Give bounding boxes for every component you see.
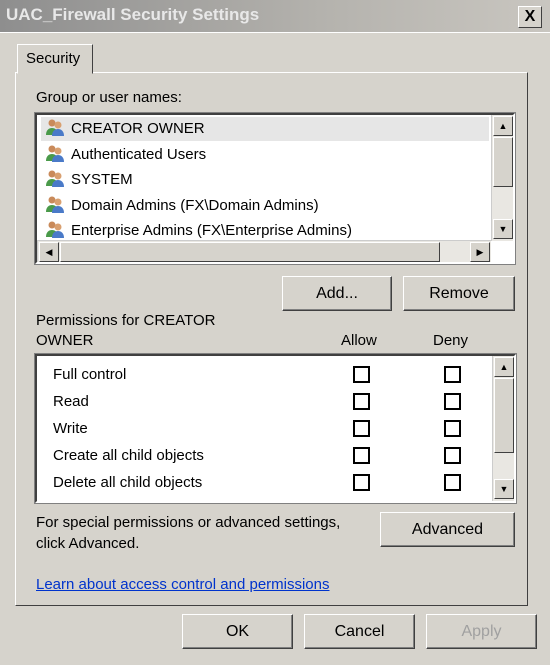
scroll-left-icon[interactable]: ◀ [39, 242, 59, 262]
group-list[interactable]: ▲ ▼ ◀ ▶ CREATOR OWNER Authenticated Users… [34, 112, 516, 265]
deny-checkbox[interactable] [444, 420, 461, 437]
allow-checkbox[interactable] [353, 447, 370, 464]
allow-checkbox[interactable] [353, 474, 370, 491]
group-list-item[interactable]: Domain Admins (FX\Domain Admins) [45, 194, 319, 218]
group-list-item[interactable]: Authenticated Users [45, 143, 206, 167]
close-button[interactable]: X [518, 6, 542, 28]
users-icon [45, 144, 65, 162]
special-text-line1: For special permissions or advanced sett… [36, 514, 341, 531]
vertical-scrollbar[interactable]: ▲ ▼ [491, 115, 513, 241]
scroll-thumb[interactable] [493, 137, 513, 187]
allow-checkbox[interactable] [353, 420, 370, 437]
group-name: Domain Admins (FX\Domain Admins) [71, 196, 319, 214]
permissions-label-line1: Permissions for CREATOR [36, 312, 216, 329]
group-name: SYSTEM [71, 171, 133, 188]
scroll-right-icon[interactable]: ▶ [470, 242, 490, 262]
users-icon [45, 220, 65, 238]
access-control-help-link[interactable]: Learn about access control and permissio… [36, 576, 330, 593]
allow-checkbox[interactable] [353, 366, 370, 383]
advanced-button[interactable]: Advanced [380, 512, 515, 547]
group-name: Authenticated Users [71, 145, 207, 163]
group-name: Enterprise Admins (FX\Enterprise Admins) [71, 222, 352, 239]
scroll-up-icon[interactable]: ▲ [494, 357, 514, 377]
deny-checkbox[interactable] [444, 366, 461, 383]
permissions-label-line2: OWNER [36, 332, 94, 349]
deny-header: Deny [433, 332, 469, 349]
users-icon [45, 195, 65, 213]
tab-security[interactable]: Security [17, 44, 93, 74]
hscroll-thumb[interactable] [60, 242, 440, 262]
scroll-down-icon[interactable]: ▼ [494, 479, 514, 499]
scroll-up-icon[interactable]: ▲ [493, 116, 513, 136]
deny-checkbox[interactable] [444, 447, 461, 464]
ok-button[interactable]: OK [182, 614, 293, 649]
special-text-line2: click Advanced. [36, 535, 140, 552]
apply-button[interactable]: Apply [426, 614, 537, 649]
scroll-thumb[interactable] [494, 378, 514, 453]
permission-name: Full control [53, 366, 127, 383]
permission-name: Delete all child objects [53, 474, 203, 491]
group-list-item[interactable]: Enterprise Admins (FX\Enterprise Admins) [45, 219, 352, 243]
permissions-list[interactable]: ▲ ▼ Full control Read Write Create all chil… [34, 353, 517, 504]
remove-button[interactable]: Remove [403, 276, 515, 311]
group-name: CREATOR OWNER [71, 120, 205, 137]
cancel-button[interactable]: Cancel [304, 614, 415, 649]
permissions-scrollbar[interactable]: ▲ ▼ [492, 356, 514, 501]
allow-checkbox[interactable] [353, 393, 370, 410]
users-icon [45, 169, 65, 187]
permission-name: Create all child objects [53, 447, 204, 464]
add-button[interactable]: Add... [282, 276, 392, 311]
scroll-down-icon[interactable]: ▼ [493, 219, 513, 239]
title-bar: UAC_Firewall Security Settings X [0, 0, 550, 33]
deny-checkbox[interactable] [444, 393, 461, 410]
permission-name: Read [53, 393, 89, 410]
group-list-item[interactable]: SYSTEM [45, 168, 133, 192]
group-names-label: Group or user names: [36, 89, 182, 106]
deny-checkbox[interactable] [444, 474, 461, 491]
horizontal-scrollbar[interactable]: ◀ ▶ [37, 240, 491, 262]
window-title: UAC_Firewall Security Settings [6, 5, 260, 24]
group-list-item[interactable]: CREATOR OWNER [41, 117, 489, 141]
permission-name: Write [53, 420, 88, 437]
allow-header: Allow [341, 332, 377, 349]
users-icon [45, 118, 65, 136]
